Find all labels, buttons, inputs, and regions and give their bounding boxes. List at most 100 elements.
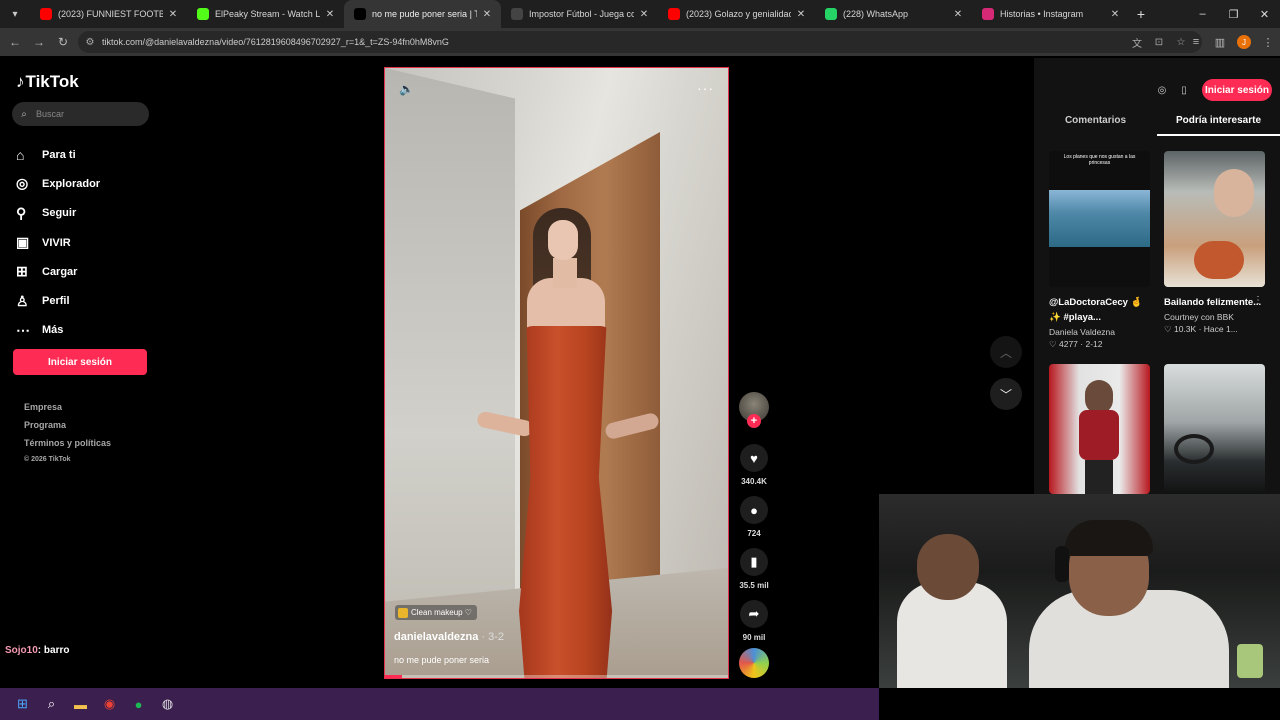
close-window-icon[interactable]: ✕ [1249,0,1280,28]
comment-icon[interactable]: ● [740,496,768,524]
next-video-icon[interactable]: ﹀ [990,378,1022,410]
search-taskbar-icon[interactable]: ⌕ [37,690,66,718]
forward-icon[interactable]: → [27,30,51,54]
browser-tab[interactable]: Impostor Fútbol - Juega con a ✕ [501,0,658,28]
search-placeholder: Buscar [36,109,65,119]
tab-search-icon[interactable]: ▾ [4,4,26,24]
tab-close-icon[interactable]: ✕ [481,9,493,20]
card-author[interactable]: Daniela Valdezna [1049,326,1150,338]
browser-tab-strip: ▾ (2023) FUNNIEST FOOTBALL M✕ElPeaky Str… [0,0,1280,28]
sidebar-item-para-ti[interactable]: ⌂ Para ti [16,140,100,169]
footer-program-link[interactable]: Programa [24,420,111,438]
more-options-icon[interactable]: ··· [697,80,714,96]
sidebar-item-explorador[interactable]: ◎ Explorador [16,169,100,198]
effect-tag-label: Clean makeup ♡ [411,608,472,617]
recommended-video-card[interactable] [1164,364,1265,494]
card-author[interactable]: Courtney con BBK [1164,311,1265,323]
author-name[interactable]: danielavaldezna [394,631,478,643]
translate-icon[interactable]: 文 [1126,31,1148,53]
share-action[interactable]: ➦ 90 mil [735,600,773,642]
tab-close-icon[interactable]: ✕ [638,9,650,20]
address-bar[interactable]: ⚙ tiktok.com/@danielavaldezna/video/7612… [78,31,1202,53]
comment-action[interactable]: ● 724 [735,496,773,538]
minimize-icon[interactable]: – [1187,0,1218,28]
reload-icon[interactable]: ↻ [51,30,75,54]
tab-close-icon[interactable]: ✕ [1109,9,1121,20]
sidebar-item-perfil[interactable]: ♙ Perfil [16,286,100,315]
browser-menu-icon[interactable]: ⋮ [1256,36,1280,49]
footer-terms-link[interactable]: Términos y políticas [24,438,111,456]
browser-tab[interactable]: Historias • Instagram ✕ [972,0,1129,28]
sidebar-item-seguir[interactable]: ⚲ Seguir [16,199,100,228]
panel-tabs: Comentarios Podría interesarte [1034,114,1280,136]
restore-icon[interactable]: ❐ [1218,0,1249,28]
new-tab-button[interactable]: + [1129,6,1153,22]
login-button[interactable]: Iniciar sesión [13,349,147,375]
video-thumbnail[interactable] [1164,364,1265,494]
site-info-icon[interactable]: ⚙ [78,37,102,48]
file-explorer-icon[interactable]: ▬ [66,690,95,718]
video-thumbnail[interactable] [1164,151,1265,287]
browser-tab[interactable]: (2023) Golazo y genialidad de ✕ [658,0,815,28]
panel-tab[interactable]: Podría interesarte [1157,114,1280,136]
sidebar-item-cargar[interactable]: ⊞ Cargar [16,257,100,286]
like-count: 340.4K [741,477,767,486]
video-caption: no me pude poner seria [394,655,490,665]
video-progress-bar[interactable] [385,675,728,678]
like-action[interactable]: ♥ 340.4K [735,444,773,486]
back-icon[interactable]: ← [3,30,27,54]
tab-close-icon[interactable]: ✕ [952,9,964,20]
bookmark-icon[interactable]: ▮ [740,548,768,576]
sidebar-item-m-s[interactable]: ⋯ Más [16,316,100,345]
effect-icon [398,607,408,618]
follow-plus-icon[interactable]: + [747,414,761,428]
tab-close-icon[interactable]: ✕ [167,9,179,20]
card-more-icon[interactable]: ⋮ [1253,295,1263,306]
browser-tab[interactable]: (228) WhatsApp ✕ [815,0,972,28]
video-thumbnail[interactable]: Los planes que nos gustan a las princesa… [1049,151,1150,287]
chrome-icon[interactable]: ◉ [95,690,124,718]
tab-close-icon[interactable]: ✕ [795,9,807,20]
tiktok-logo[interactable]: ♪ TikTok [16,72,79,92]
recommended-video-card[interactable] [1049,364,1150,494]
music-disc-icon[interactable] [739,648,769,678]
follow-icon: ⚲ [16,204,27,221]
streamer-webcam [879,494,1280,688]
tab-close-icon[interactable]: ✕ [324,9,336,20]
header-login-button[interactable]: Iniciar sesión [1202,79,1272,101]
share-icon[interactable]: ➦ [740,600,768,628]
volume-icon[interactable]: 🔈 [399,82,414,96]
url-text[interactable]: tiktok.com/@danielavaldezna/video/761281… [102,37,449,47]
recommended-video-card[interactable]: Bailando felizmente... Courtney con BBK … [1164,151,1265,336]
effect-tag[interactable]: Clean makeup ♡ [395,605,477,620]
save-action[interactable]: ▮ 35.5 mil [735,548,773,590]
search-input[interactable]: ⌕ Buscar [12,102,149,126]
video-progress-fill [385,675,403,678]
device-icon[interactable]: ▯ [1174,80,1194,100]
video-player[interactable]: 🔈 ··· Clean makeup ♡ danielavaldezna · 3… [384,67,729,679]
card-meta: ♡ 4277 · 2-12 [1049,339,1103,349]
previous-video-icon[interactable]: ︿ [990,336,1022,368]
tab-title: Historias • Instagram [1000,9,1084,19]
compass-icon: ◎ [16,175,29,192]
profile-avatar[interactable]: J [1237,35,1251,49]
tab-title: (2023) Golazo y genialidad de [686,9,791,19]
spotify-icon[interactable]: ● [124,690,153,718]
panel-tab[interactable]: Comentarios [1034,114,1157,136]
browser-tab[interactable]: no me pude poner seria | TikTo ✕ [344,0,501,28]
browser-tab[interactable]: ElPeaky Stream - Watch Live on ✕ [187,0,344,28]
start-icon[interactable]: ⊞ [8,690,37,718]
footer-company-link[interactable]: Empresa [24,402,111,420]
install-icon[interactable]: ⊡ [1148,31,1170,53]
sidebar-item-vivir[interactable]: ▣ VIVIR [16,228,100,257]
recommended-video-card[interactable]: Los planes que nos gustan a las princesa… [1049,151,1150,351]
compass-icon[interactable]: ◎ [1152,80,1172,100]
obs-icon[interactable]: ◍ [153,690,182,718]
browser-tab[interactable]: (2023) FUNNIEST FOOTBALL M ✕ [30,0,187,28]
media-controls-icon[interactable]: ≡ [1184,36,1208,48]
heart-icon[interactable]: ♥ [740,444,768,472]
sidebar-icon[interactable]: ▥ [1208,36,1232,49]
upload-icon: ⊞ [16,263,28,280]
video-author[interactable]: danielavaldezna · 3-2 [394,631,504,643]
video-thumbnail[interactable] [1049,364,1150,494]
